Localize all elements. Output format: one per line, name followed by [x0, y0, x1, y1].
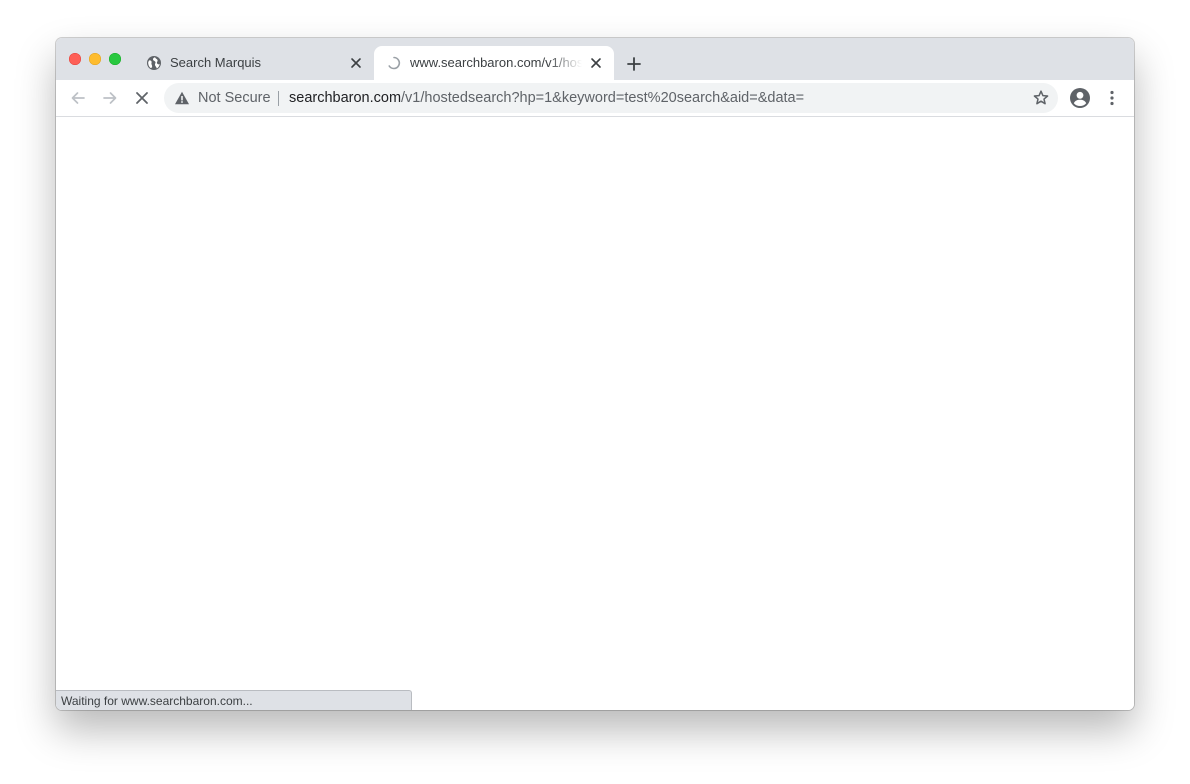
tab-title: Search Marquis: [170, 55, 262, 70]
browser-window: Search Marquis www.searchbaron.com/v1/ho…: [56, 38, 1134, 710]
tab-strip: Search Marquis www.searchbaron.com/v1/ho…: [56, 38, 1134, 80]
stop-loading-button[interactable]: [132, 88, 152, 108]
close-tab-icon[interactable]: [348, 55, 364, 71]
tab-searchbaron[interactable]: www.searchbaron.com/v1/hostedsearch?hp=1…: [374, 46, 614, 80]
arrow-left-icon: [71, 92, 85, 104]
new-tab-button[interactable]: [624, 54, 644, 74]
close-tab-icon[interactable]: [588, 55, 604, 71]
tab-search-marquis[interactable]: Search Marquis: [134, 46, 374, 80]
menu-button[interactable]: [1102, 88, 1122, 108]
account-circle-icon: [1070, 88, 1090, 108]
back-button[interactable]: [68, 88, 88, 108]
address-bar[interactable]: Not Secure searchbaron.com/v1/hostedsear…: [164, 83, 1058, 113]
arrow-right-icon: [103, 92, 117, 104]
minimize-window-button[interactable]: [89, 53, 101, 65]
loading-spinner-icon: [386, 55, 402, 71]
zoom-window-button[interactable]: [109, 53, 121, 65]
plus-icon: [627, 57, 641, 71]
security-status-label[interactable]: Not Secure: [198, 90, 271, 106]
tab-title: www.searchbaron.com/v1/hostedsearch?hp=1…: [410, 55, 582, 70]
status-bubble: Waiting for www.searchbaron.com...: [56, 690, 412, 710]
close-window-button[interactable]: [69, 53, 81, 65]
bookmark-star-icon[interactable]: [1032, 89, 1050, 107]
more-vertical-icon: [1110, 90, 1114, 106]
forward-button[interactable]: [100, 88, 120, 108]
url-host: searchbaron.com: [289, 90, 402, 106]
status-text: Waiting for www.searchbaron.com...: [61, 694, 253, 708]
page-content: Waiting for www.searchbaron.com...: [56, 117, 1134, 710]
url-text[interactable]: searchbaron.com/v1/hostedsearch?hp=1&key…: [289, 90, 804, 106]
warning-icon[interactable]: [174, 90, 190, 106]
url-path: /v1/hostedsearch?hp=1&keyword=test%20sea…: [401, 90, 805, 106]
security-divider: [278, 91, 279, 106]
profile-button[interactable]: [1069, 87, 1091, 109]
browser-toolbar: Not Secure searchbaron.com/v1/hostedsear…: [56, 80, 1134, 117]
globe-icon: [146, 55, 162, 71]
close-icon: [136, 92, 148, 104]
